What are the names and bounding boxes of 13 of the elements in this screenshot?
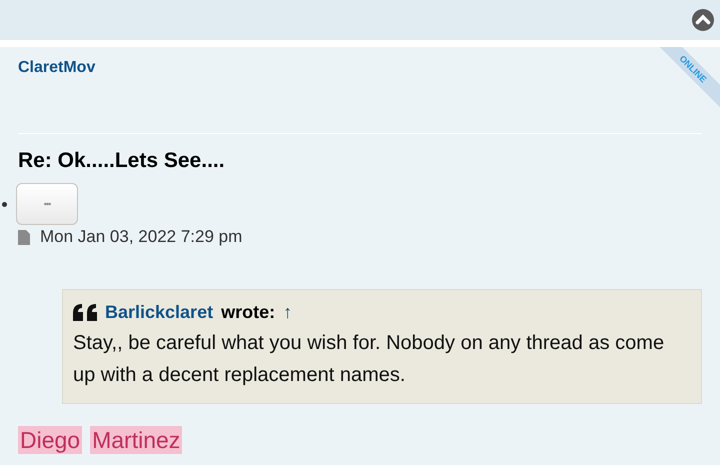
quote-text: Stay,, be careful what you wish for. Nobody on any thread as come up with a decent replacement names. bbox=[73, 331, 666, 388]
document-icon bbox=[18, 230, 30, 244]
post-date: Mon Jan 03, 2022 7:29 pm bbox=[40, 227, 242, 247]
quote-author-link[interactable]: Barlickclaret bbox=[105, 302, 214, 323]
quote-icon bbox=[73, 304, 97, 321]
highlighted-word: Diego bbox=[18, 426, 82, 454]
author-link[interactable]: ClaretMov bbox=[18, 59, 96, 77]
highlighted-word: Martinez bbox=[90, 426, 182, 454]
post-title: Re: Ok.....Lets See.... bbox=[18, 149, 226, 173]
scroll-up-icon[interactable] bbox=[692, 9, 714, 31]
jump-link[interactable]: ↑ bbox=[283, 302, 292, 323]
bullet-icon bbox=[2, 202, 7, 206]
wrote-label: wrote: bbox=[221, 302, 276, 323]
